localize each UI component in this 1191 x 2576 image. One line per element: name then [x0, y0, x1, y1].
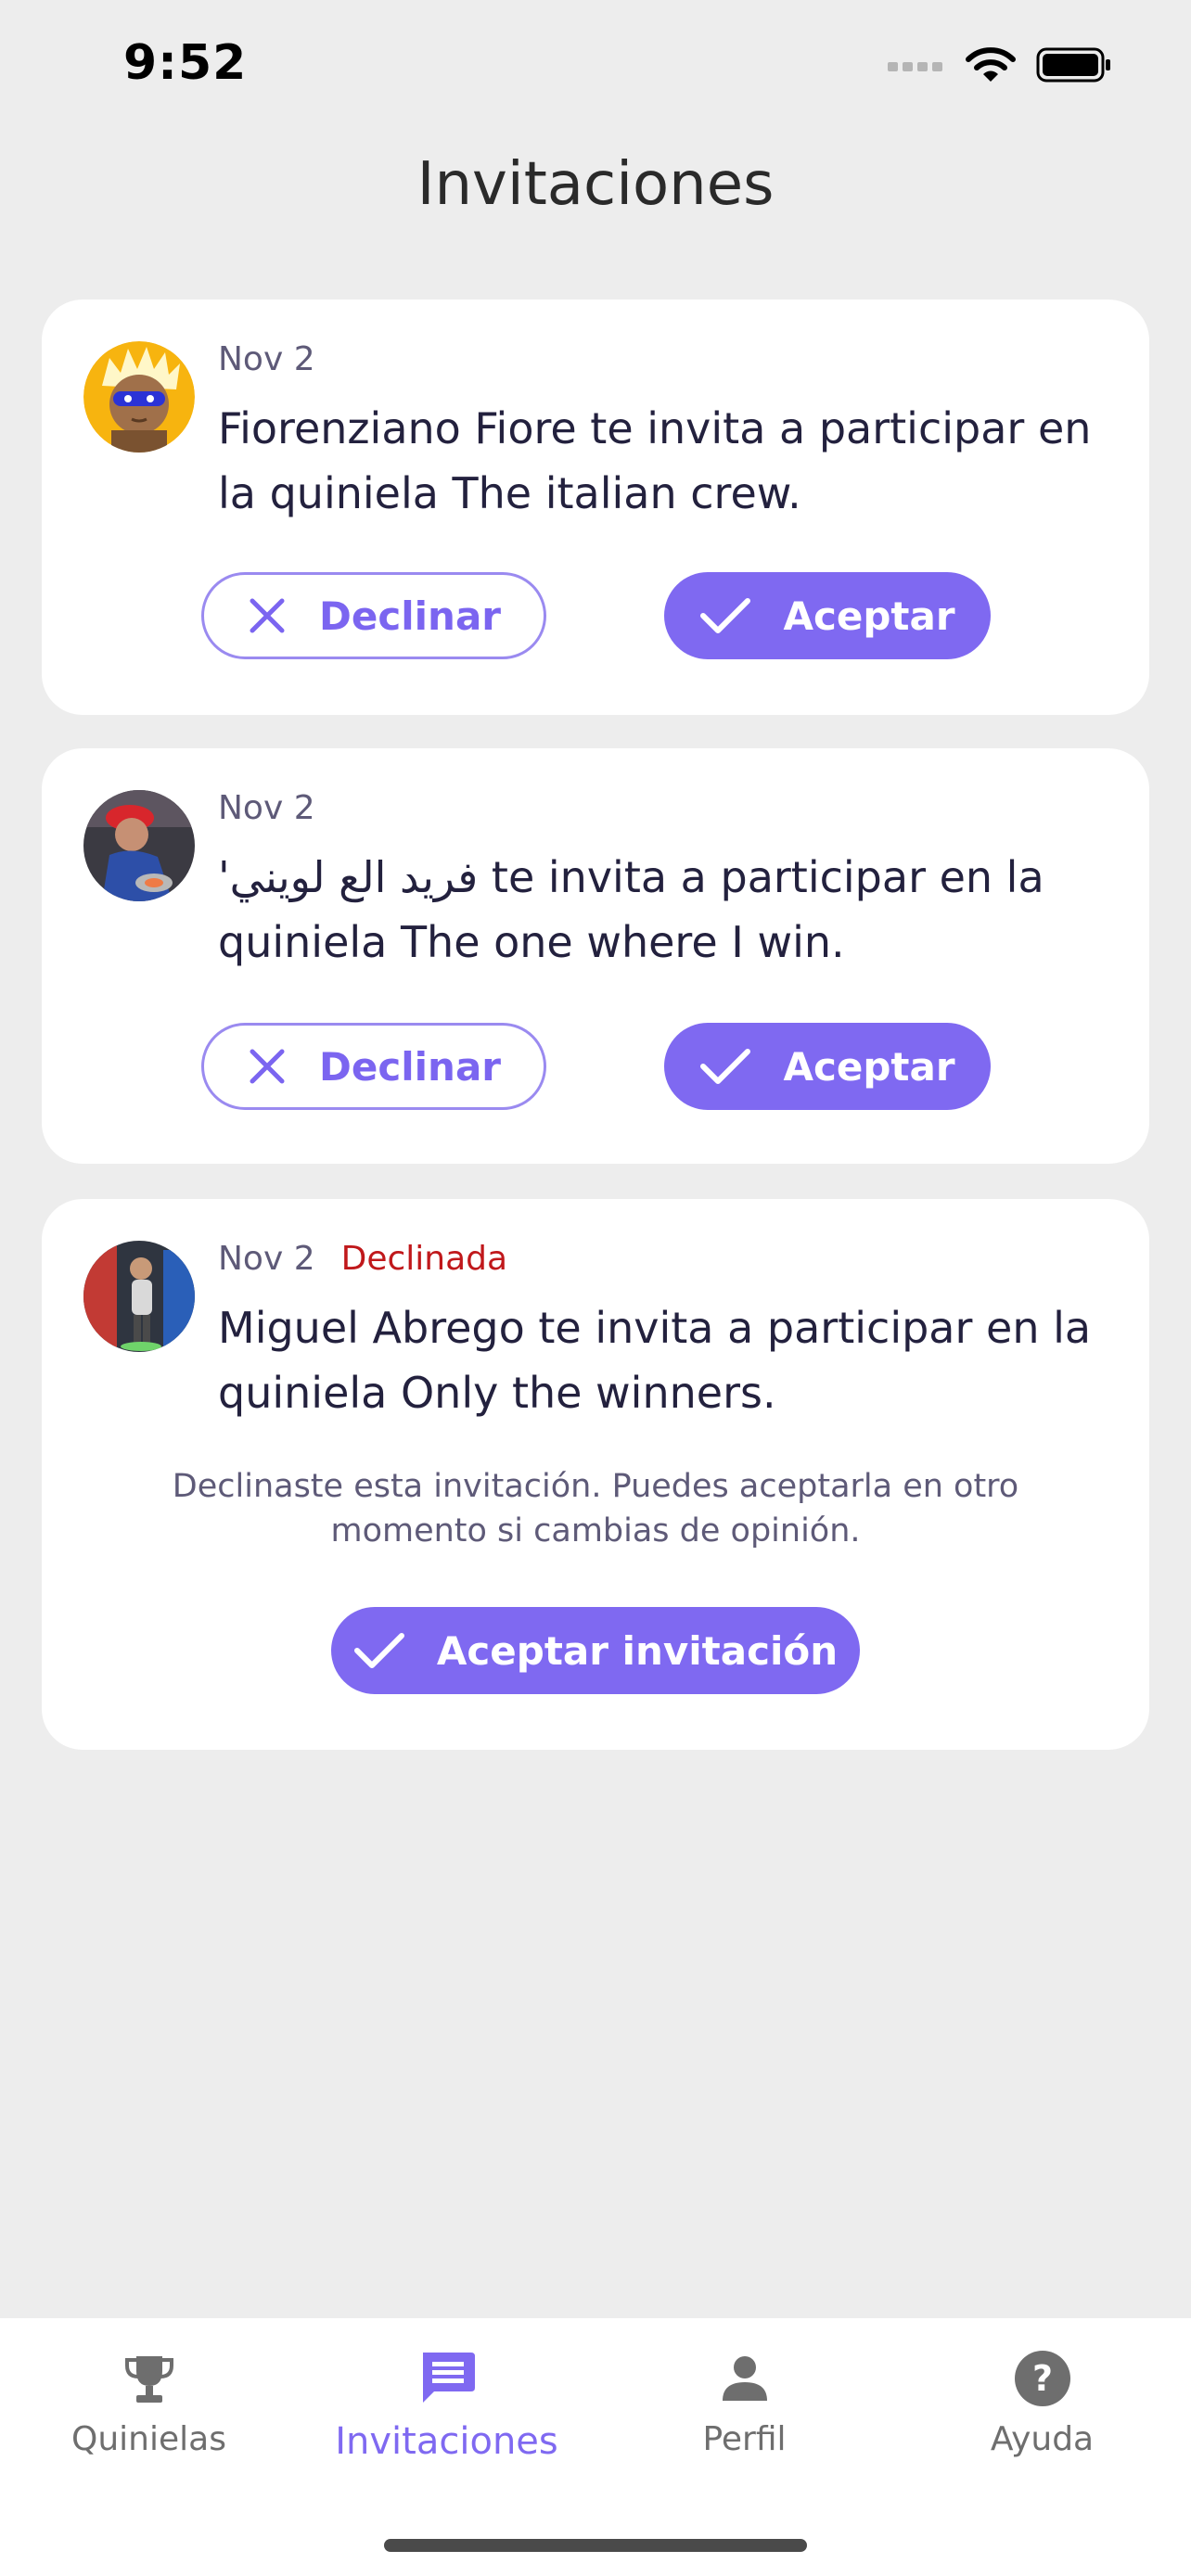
invitation-date: Nov 2 [218, 1240, 315, 1278]
invitation-meta: Nov 2 Declinada [218, 1240, 507, 1278]
decline-button[interactable]: Declinar [201, 572, 546, 659]
svg-text:?: ? [1031, 2358, 1052, 2399]
check-icon [353, 1633, 404, 1668]
tab-label: Invitaciones [335, 2420, 558, 2463]
tab-invitaciones[interactable]: Invitaciones [298, 2337, 596, 2463]
accept-button-label: Aceptar [783, 1043, 955, 1090]
cellular-signal-icon [888, 62, 942, 71]
invitation-date: Nov 2 [218, 340, 315, 378]
message-icon [422, 2353, 475, 2403]
tab-quinielas[interactable]: Quinielas [0, 2337, 298, 2458]
decline-button-label: Declinar [319, 1043, 501, 1090]
tab-label: Perfil [702, 2420, 787, 2458]
accept-button[interactable]: Aceptar [664, 572, 991, 659]
accept-button-label: Aceptar [783, 593, 955, 639]
home-indicator [384, 2539, 807, 2552]
check-icon [700, 598, 751, 633]
status-icons [888, 46, 1112, 83]
trophy-icon [124, 2356, 173, 2403]
accept-invitation-button[interactable]: Aceptar invitación [331, 1607, 860, 1694]
check-icon [700, 1049, 751, 1084]
declined-note: Declinaste esta invitación. Puedes acept… [172, 1468, 1019, 1549]
decline-button-label: Declinar [319, 593, 501, 639]
invitation-message: 'فريد الع لويني te invita a participar e… [218, 852, 1044, 967]
avatar [83, 1241, 195, 1352]
invitation-meta: Nov 2 [218, 789, 315, 827]
status-time: 9:52 [123, 35, 248, 91]
accept-button[interactable]: Aceptar [664, 1023, 991, 1110]
invitation-card: Nov 2 Fiorenziano Fiore te invita a part… [42, 300, 1149, 715]
tab-ayuda[interactable]: ? Ayuda [893, 2337, 1191, 2458]
tab-label: Ayuda [990, 2420, 1095, 2458]
avatar [83, 790, 195, 901]
tab-label: Quinielas [71, 2420, 226, 2458]
avatar [83, 341, 195, 453]
invitation-card: Nov 2 'فريد الع لويني te invita a partic… [42, 748, 1149, 1164]
tab-perfil[interactable]: Perfil [596, 2337, 893, 2458]
invitation-card: Nov 2 Declinada Miguel Abrego te invita … [42, 1199, 1149, 1750]
wifi-icon [966, 47, 1016, 82]
close-icon [250, 1049, 285, 1084]
tab-bar: Quinielas Invitaciones Perfil ? Ayuda [0, 2318, 1191, 2576]
accept-invitation-label: Aceptar invitación [436, 1627, 839, 1674]
invitation-message: Fiorenziano Fiore te invita a participar… [218, 403, 1092, 518]
invitation-message: Miguel Abrego te invita a participar en … [218, 1303, 1092, 1418]
page-title: Invitaciones [416, 150, 775, 219]
close-icon [250, 598, 285, 633]
help-icon: ? [1014, 2351, 1070, 2406]
invitation-meta: Nov 2 [218, 340, 315, 378]
invitation-date: Nov 2 [218, 789, 315, 827]
battery-icon [1036, 47, 1110, 83]
status-bar: 9:52 [0, 0, 1191, 139]
status-badge: Declinada [340, 1240, 508, 1278]
person-icon [722, 2356, 767, 2401]
decline-button[interactable]: Declinar [201, 1023, 546, 1110]
